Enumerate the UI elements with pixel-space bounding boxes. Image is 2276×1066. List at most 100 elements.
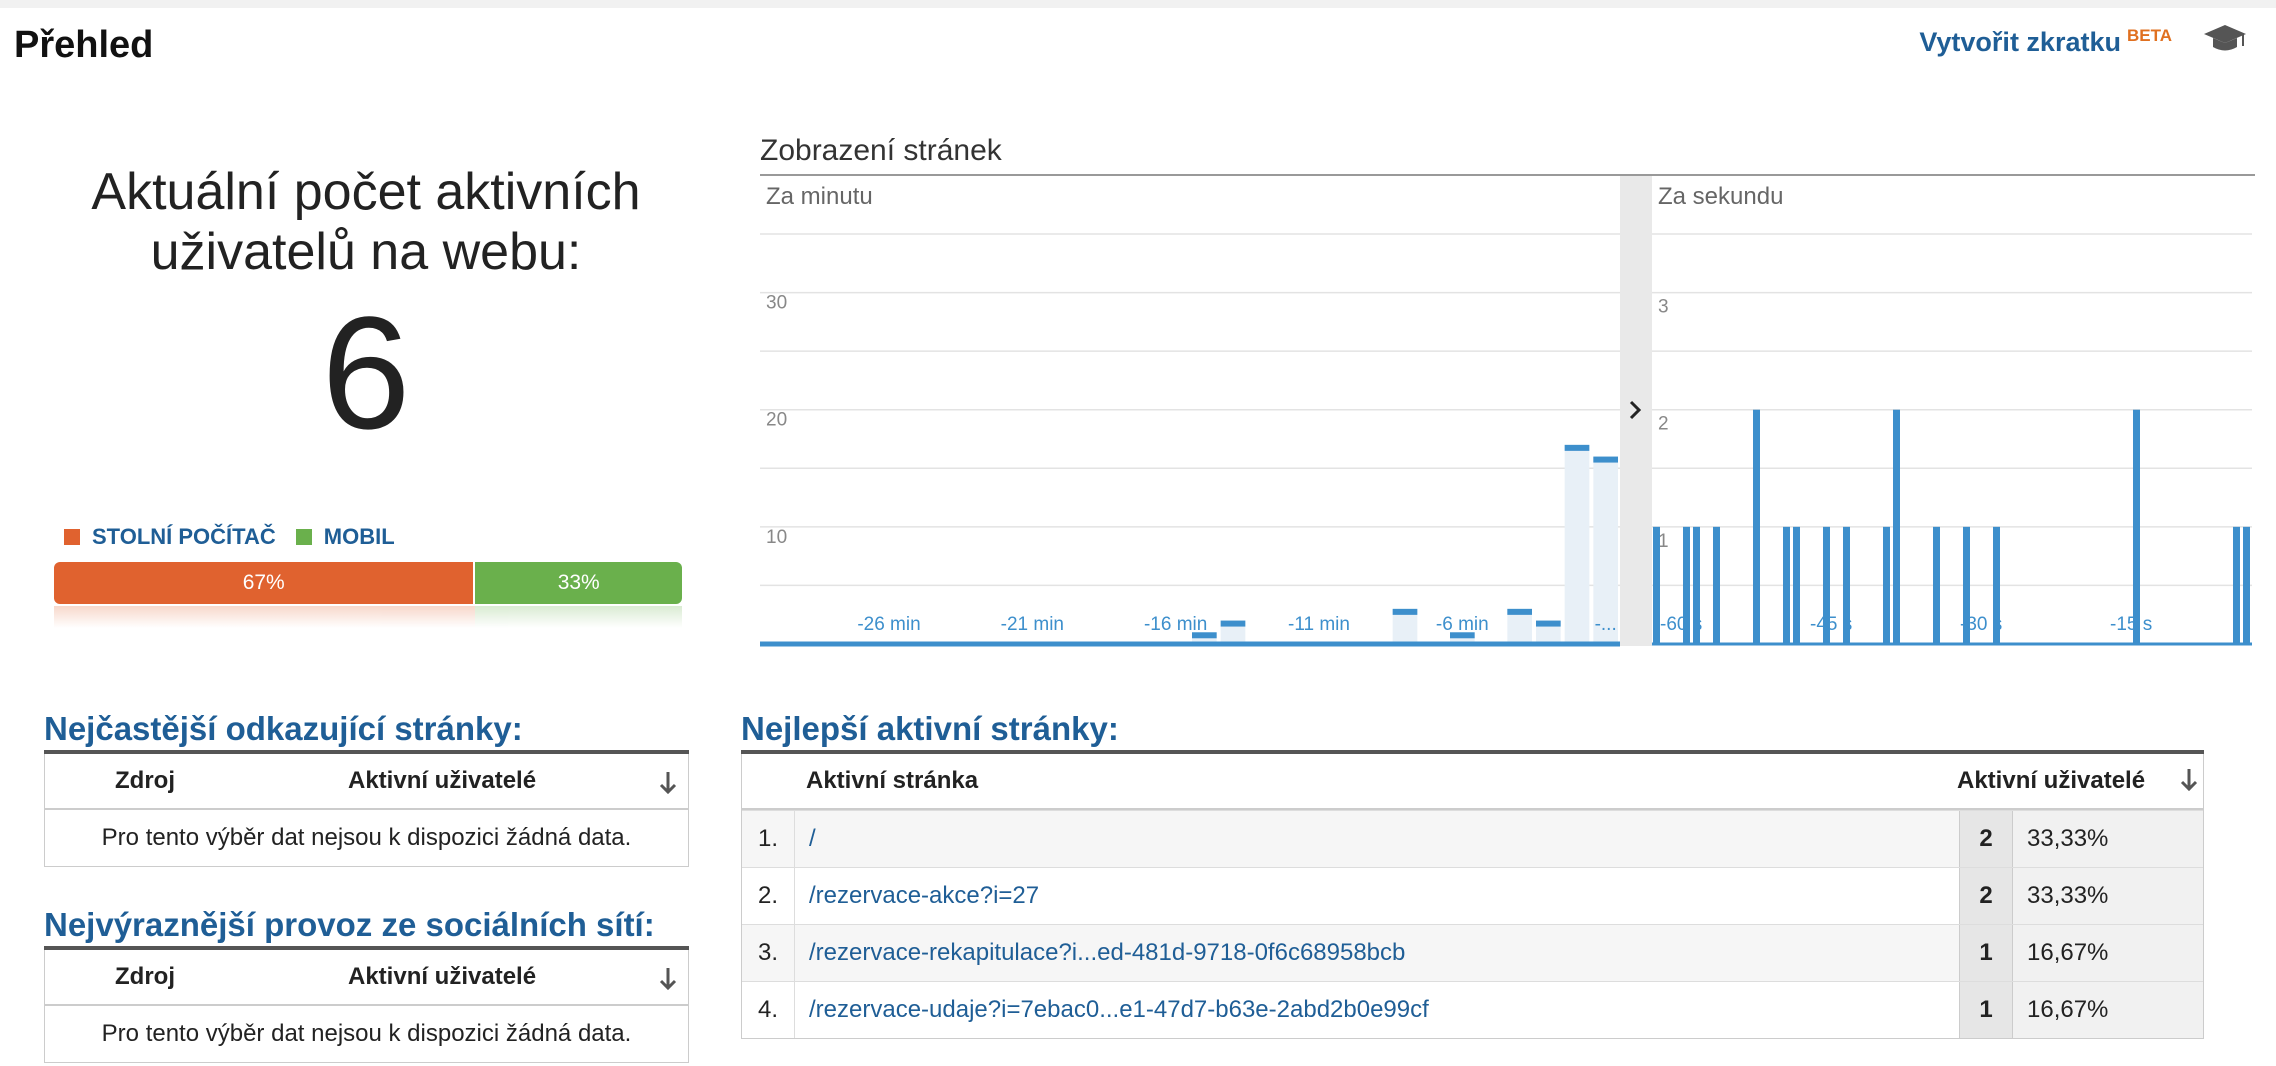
active-users-label: Aktuální počet aktivních uživatelů na we… <box>91 163 641 281</box>
table-row: 4. /rezervace-udaje?i=7ebac0...e1-47d7-b… <box>742 981 2203 1038</box>
legend-desktop-label: STOLNÍ POČÍTAČ <box>92 524 276 549</box>
active-user-count: 1 <box>1959 982 2013 1038</box>
social-title: Nejvýraznější provoz ze sociálních sítí: <box>44 906 655 943</box>
referrals-table: Zdroj Aktivní uživatelé Pro tento výběr … <box>44 754 689 867</box>
page-link[interactable]: / <box>795 811 1959 867</box>
second-bar <box>2233 526 2240 644</box>
top-pages-col-users-label: Aktivní uživatelé <box>1957 767 2146 794</box>
second-x-tick-label: -45 s <box>1810 614 1852 635</box>
second-x-tick-label: -60 s <box>1660 614 1702 635</box>
second-bar <box>1713 526 1720 644</box>
minute-y-tick-label: 30 <box>766 293 787 314</box>
active-user-percent: 33,33% <box>2013 868 2203 924</box>
row-number: 2. <box>742 868 795 924</box>
second-x-tick-label: -30 s <box>1960 614 2002 635</box>
minute-y-tick-label: 20 <box>766 410 787 431</box>
minute-x-tick-label: -21 min <box>1001 614 1064 635</box>
desktop-reflection <box>54 606 475 628</box>
minute-bar <box>1392 608 1418 615</box>
minute-x-tick-label: -16 min <box>1144 614 1207 635</box>
legend-mobile-swatch <box>295 529 312 545</box>
second-panel-title: Za sekundu <box>1658 183 1783 210</box>
minute-y-tick-label: 10 <box>766 527 787 548</box>
mobile-share-segment: 33% <box>473 562 682 604</box>
create-shortcut-label: Vytvořit zkratku <box>1919 27 2121 57</box>
referrals-title: Nejčastější odkazující stránky: <box>44 710 523 747</box>
row-number: 4. <box>742 982 795 1038</box>
social-empty-message: Pro tento výběr dat nejsou k dispozici ž… <box>101 1020 632 1047</box>
device-split-bar: 67% 33% <box>54 562 682 604</box>
referrals-header: Zdroj Aktivní uživatelé <box>45 754 688 810</box>
second-bar <box>2133 409 2140 644</box>
minute-bar-area <box>1564 444 1590 644</box>
social-col-source[interactable]: Zdroj <box>115 963 175 991</box>
minute-bar <box>1536 620 1561 627</box>
social-table: Zdroj Aktivní uživatelé Pro tento výběr … <box>44 950 689 1063</box>
referrals-col-users[interactable]: Aktivní uživatelé <box>348 767 536 795</box>
minute-x-tick-label: -26 min <box>857 614 920 635</box>
page-link[interactable]: /rezervace-rekapitulace?i...ed-481d-9718… <box>795 925 1959 981</box>
second-bar <box>1793 526 1800 644</box>
row-number: 3. <box>742 925 795 981</box>
split-bar-reflection <box>54 606 682 628</box>
referrals-col-source[interactable]: Zdroj <box>115 767 175 795</box>
second-bar <box>1883 526 1890 644</box>
desktop-share-segment: 67% <box>54 562 474 604</box>
minute-bar <box>1507 608 1532 615</box>
second-bar <box>1933 526 1940 644</box>
create-shortcut-link[interactable]: Vytvořit zkratku BETA <box>1919 26 2172 58</box>
social-header: Zdroj Aktivní uživatelé <box>45 950 688 1006</box>
second-bar <box>1783 526 1790 644</box>
active-users-count: 6 <box>321 283 411 462</box>
table-row: 2. /rezervace-akce?i=27 2 33,33% <box>742 867 2203 924</box>
top-strip <box>0 0 2276 8</box>
mobile-reflection <box>474 606 682 628</box>
legend-mobile-label: MOBIL <box>323 524 395 549</box>
sort-down-icon[interactable] <box>658 966 678 992</box>
table-row: 3. /rezervace-rekapitulace?i...ed-481d-9… <box>742 924 2203 981</box>
device-legend: STOLNÍ POČÍTAČ MOBIL <box>64 524 415 550</box>
active-user-percent: 16,67% <box>2013 982 2203 1038</box>
top-pages-table: Aktivní stránka Aktivní uživatelé 1. / 2… <box>741 754 2204 1039</box>
second-x-tick-label: -15 s <box>2110 614 2152 635</box>
second-y-tick-label: 3 <box>1658 297 1669 318</box>
active-user-count: 1 <box>1959 925 2013 981</box>
sort-down-icon[interactable] <box>658 770 678 796</box>
active-user-count: 2 <box>1959 811 2013 867</box>
minute-bar <box>1220 620 1246 627</box>
page-title: Přehled <box>14 24 154 66</box>
page-link[interactable]: /rezervace-udaje?i=7ebac0...e1-47d7-b63e… <box>795 982 1959 1038</box>
second-bar <box>2243 526 2250 644</box>
graduation-cap-icon[interactable] <box>2202 22 2248 56</box>
top-pages-col-users[interactable]: Aktivní uživatelé <box>1957 767 2203 795</box>
pageviews-title: Zobrazení stránek <box>760 134 1002 167</box>
pageviews-svg: 10 20 30 Za minutu -26 min -21 min -16 min -11 … <box>760 174 2255 647</box>
active-user-percent: 33,33% <box>2013 811 2203 867</box>
active-user-count: 2 <box>1959 868 2013 924</box>
legend-desktop-swatch <box>64 529 80 545</box>
minute-bar <box>1593 456 1618 463</box>
beta-badge: BETA <box>2126 26 2172 45</box>
second-y-tick-label: 2 <box>1658 414 1669 435</box>
top-pages-title: Nejlepší aktivní stránky: <box>741 710 1119 747</box>
second-bar <box>1893 409 1900 644</box>
table-row: 1. / 2 33,33% <box>742 810 2203 867</box>
legend-desktop: STOLNÍ POČÍTAČ <box>64 524 276 550</box>
referrals-empty-message: Pro tento výběr dat nejsou k dispozici ž… <box>101 824 632 851</box>
top-pages-col-page[interactable]: Aktivní stránka <box>742 767 1957 795</box>
minute-x-tick-label: -11 min <box>1288 614 1350 635</box>
minute-bar <box>1564 444 1590 451</box>
legend-mobile: MOBIL <box>295 524 395 550</box>
social-col-users[interactable]: Aktivní uživatelé <box>348 963 536 991</box>
sort-down-icon[interactable] <box>2179 767 2199 793</box>
minute-panel-title: Za minutu <box>766 183 873 210</box>
active-user-percent: 16,67% <box>2013 925 2203 981</box>
pageviews-chart: 10 20 30 Za minutu -26 min -21 min -16 min -11 … <box>760 174 2255 649</box>
minute-x-tick-label: -6 min <box>1436 614 1489 635</box>
top-pages-header: Aktivní stránka Aktivní uživatelé <box>742 754 2203 810</box>
minute-x-tick-label: -... <box>1595 614 1617 635</box>
second-bar <box>1653 526 1660 644</box>
row-number: 1. <box>742 811 795 867</box>
page-link[interactable]: /rezervace-akce?i=27 <box>795 868 1959 924</box>
second-bar <box>1753 409 1760 644</box>
